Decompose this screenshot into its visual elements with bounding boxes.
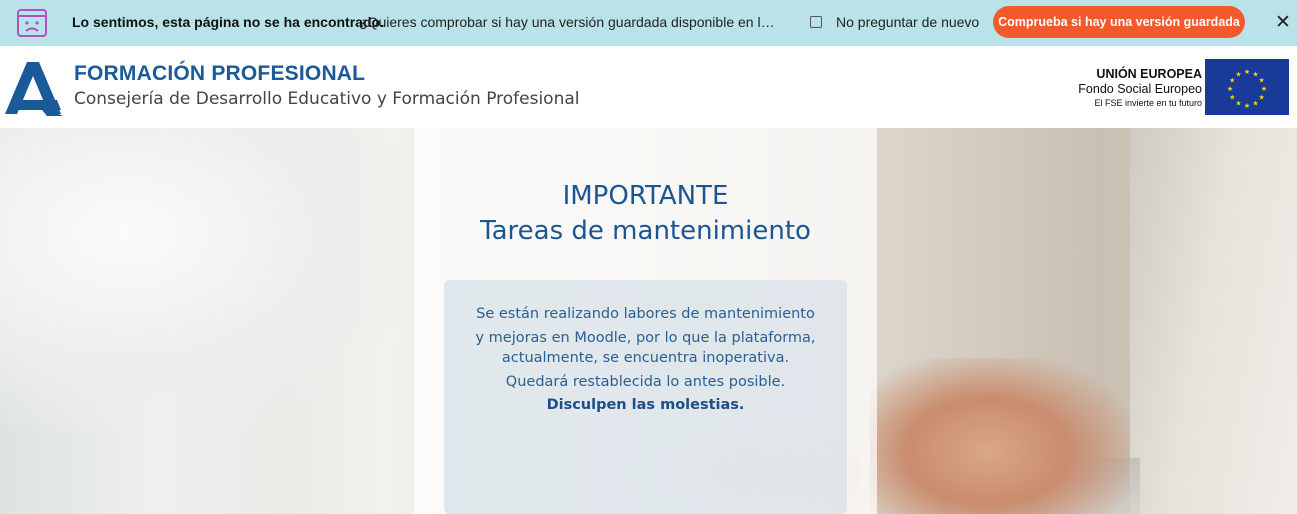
- eu-title: UNIÓN EUROPEA: [1096, 67, 1202, 81]
- eu-tagline: El FSE invierte en tu futuro: [1094, 98, 1202, 108]
- maintenance-heading: Tareas de mantenimiento: [480, 216, 811, 246]
- svg-text:★: ★: [1229, 94, 1235, 102]
- wayback-question: ¿Quieres comprobar si hay una versión gu…: [359, 14, 779, 30]
- eu-fund: Fondo Social Europeo: [1078, 82, 1202, 96]
- dont-ask-label[interactable]: No preguntar de nuevo: [836, 14, 979, 30]
- apology-text: Disculpen las molestias.: [546, 397, 745, 413]
- svg-text:★: ★: [1235, 100, 1241, 108]
- brand-title: FORMACIÓN PROFESIONAL: [74, 62, 366, 85]
- svg-text:★: ★: [1244, 102, 1250, 110]
- svg-text:★: ★: [1227, 85, 1233, 93]
- svg-text:★: ★: [1252, 100, 1258, 108]
- important-heading: IMPORTANTE: [562, 181, 729, 211]
- maintenance-panel: IMPORTANTE Tareas de mantenimiento Se es…: [414, 128, 877, 514]
- wayback-notification-bar: Lo sentimos, esta página no se ha encont…: [0, 0, 1297, 46]
- message-line: Quedará restablecida lo antes posible.: [505, 374, 786, 390]
- check-saved-version-button[interactable]: Comprueba si hay una versión guardada: [993, 6, 1245, 38]
- background-shirt: [0, 128, 420, 428]
- svg-text:★: ★: [1261, 85, 1267, 93]
- background-laptop: [1130, 128, 1297, 514]
- message-line: y mejoras en Moodle, por lo que la plata…: [475, 330, 816, 346]
- svg-text:★: ★: [1259, 77, 1265, 85]
- junta-logo-icon[interactable]: [3, 60, 63, 116]
- message-line: actualmente, se encuentra inoperativa.: [501, 350, 790, 366]
- eu-flag-icon: ★ ★ ★ ★ ★ ★ ★ ★ ★ ★ ★ ★: [1205, 59, 1289, 115]
- background-hands: [870, 358, 1130, 514]
- message-line: Se están realizando labores de mantenimi…: [476, 306, 815, 322]
- not-found-title: Lo sentimos, esta página no se ha encont…: [72, 14, 384, 30]
- site-header: FORMACIÓN PROFESIONAL Consejería de Desa…: [0, 46, 1297, 128]
- svg-text:★: ★: [1235, 70, 1241, 78]
- sad-page-icon: [17, 9, 47, 37]
- brand-subtitle: Consejería de Desarrollo Educativo y For…: [74, 89, 580, 109]
- svg-text:★: ★: [1244, 68, 1250, 76]
- eu-funding-block: UNIÓN EUROPEA Fondo Social Europeo El FS…: [1060, 60, 1202, 116]
- dont-ask-checkbox[interactable]: [810, 16, 822, 28]
- close-icon[interactable]: ✕: [1275, 11, 1291, 33]
- svg-text:★: ★: [1259, 94, 1265, 102]
- hero-section: IMPORTANTE Tareas de mantenimiento Se es…: [0, 128, 1297, 514]
- maintenance-message-box: Se están realizando labores de mantenimi…: [444, 280, 847, 514]
